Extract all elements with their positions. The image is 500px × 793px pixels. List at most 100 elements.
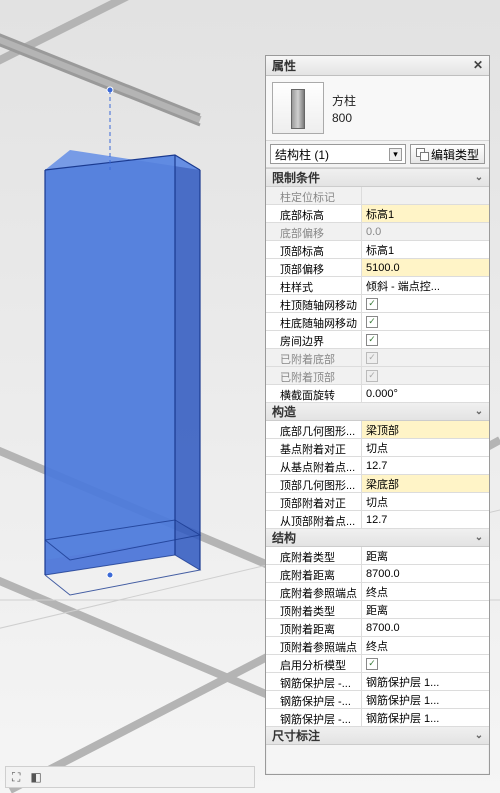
property-value[interactable]: ✓ bbox=[362, 295, 489, 312]
property-label: 顶附着类型 bbox=[266, 601, 362, 618]
property-row[interactable]: 底附着类型距离 bbox=[266, 547, 489, 565]
property-label: 钢筋保护层 -... bbox=[266, 709, 362, 726]
property-row[interactable]: 顶附着参照端点终点 bbox=[266, 637, 489, 655]
view-control-bar[interactable]: ⛶ ◧ bbox=[5, 766, 255, 788]
checkbox-icon[interactable]: ✓ bbox=[366, 298, 378, 310]
property-value[interactable]: ✓ bbox=[362, 655, 489, 672]
instance-filter-dropdown[interactable]: 结构柱 (1) ▾ bbox=[270, 144, 406, 164]
property-value[interactable]: 12.7 bbox=[362, 511, 489, 528]
property-row[interactable]: 柱样式倾斜 - 端点控... bbox=[266, 277, 489, 295]
property-row: 已附着顶部 ✓ bbox=[266, 367, 489, 385]
property-row[interactable]: 顶部标高标高1 bbox=[266, 241, 489, 259]
property-row: 柱定位标记 bbox=[266, 187, 489, 205]
property-row[interactable]: 从基点附着点...12.7 bbox=[266, 457, 489, 475]
close-icon[interactable]: ✕ bbox=[471, 59, 485, 73]
property-value[interactable]: ✓ bbox=[362, 331, 489, 348]
property-label: 从顶部附着点... bbox=[266, 511, 362, 528]
property-row[interactable]: 顶部偏移5100.0 bbox=[266, 259, 489, 277]
property-value[interactable]: ✓ bbox=[362, 313, 489, 330]
checkbox-icon: ✓ bbox=[366, 370, 378, 382]
property-row[interactable]: 房间边界 ✓ bbox=[266, 331, 489, 349]
property-label: 底部标高 bbox=[266, 205, 362, 222]
property-label: 顶部偏移 bbox=[266, 259, 362, 276]
property-row[interactable]: 顶附着距离8700.0 bbox=[266, 619, 489, 637]
properties-list[interactable]: 限制条件⌄柱定位标记底部标高标高1底部偏移0.0顶部标高标高1顶部偏移5100.… bbox=[266, 168, 489, 774]
property-label: 底附着距离 bbox=[266, 565, 362, 582]
property-value[interactable]: 12.7 bbox=[362, 457, 489, 474]
type-text: 方柱 800 bbox=[332, 92, 356, 125]
expand-icon: ⌄ bbox=[473, 730, 485, 742]
property-value[interactable]: 0.000° bbox=[362, 385, 489, 402]
property-label: 钢筋保护层 -... bbox=[266, 673, 362, 690]
expand-icon: ⌄ bbox=[473, 532, 485, 544]
property-value[interactable]: 8700.0 bbox=[362, 565, 489, 582]
checkbox-icon: ✓ bbox=[366, 352, 378, 364]
property-value[interactable]: 倾斜 - 端点控... bbox=[362, 277, 489, 294]
property-group-header[interactable]: 结构⌄ bbox=[266, 529, 489, 547]
type-selector[interactable]: 方柱 800 bbox=[266, 76, 489, 141]
property-label: 房间边界 bbox=[266, 331, 362, 348]
property-value[interactable]: 梁顶部 bbox=[362, 421, 489, 438]
property-label: 从基点附着点... bbox=[266, 457, 362, 474]
checkbox-icon[interactable]: ✓ bbox=[366, 316, 378, 328]
property-value: 0.0 bbox=[362, 223, 489, 240]
property-row[interactable]: 钢筋保护层 -...钢筋保护层 1... bbox=[266, 673, 489, 691]
property-row[interactable]: 基点附着对正切点 bbox=[266, 439, 489, 457]
property-value[interactable]: 钢筋保护层 1... bbox=[362, 673, 489, 690]
palette-titlebar[interactable]: 属性 ✕ bbox=[266, 56, 489, 76]
property-row[interactable]: 底部标高标高1 bbox=[266, 205, 489, 223]
property-label: 顶部附着对正 bbox=[266, 493, 362, 510]
property-value[interactable]: 钢筋保护层 1... bbox=[362, 709, 489, 726]
property-value[interactable]: 梁底部 bbox=[362, 475, 489, 492]
property-value[interactable]: 终点 bbox=[362, 583, 489, 600]
property-label: 顶附着参照端点 bbox=[266, 637, 362, 654]
property-value[interactable]: 距离 bbox=[362, 601, 489, 618]
property-row[interactable]: 柱底随轴网移动✓ bbox=[266, 313, 489, 331]
property-row[interactable]: 顶附着类型距离 bbox=[266, 601, 489, 619]
instance-filter-value: 结构柱 (1) bbox=[275, 146, 329, 163]
chevron-down-icon: ▾ bbox=[389, 148, 402, 161]
property-row[interactable]: 柱顶随轴网移动 ✓ bbox=[266, 295, 489, 313]
property-label: 柱顶随轴网移动 bbox=[266, 295, 362, 312]
property-value[interactable]: 距离 bbox=[362, 547, 489, 564]
property-value: ✓ bbox=[362, 349, 489, 366]
property-value[interactable]: 终点 bbox=[362, 637, 489, 654]
property-label: 启用分析模型 bbox=[266, 655, 362, 672]
property-row[interactable]: 横截面旋转0.000° bbox=[266, 385, 489, 403]
property-value[interactable]: 5100.0 bbox=[362, 259, 489, 276]
property-group-header[interactable]: 尺寸标注⌄ bbox=[266, 727, 489, 745]
property-label: 顶部几何图形... bbox=[266, 475, 362, 492]
property-label: 底附着类型 bbox=[266, 547, 362, 564]
property-label: 柱定位标记 bbox=[266, 187, 362, 204]
property-value bbox=[362, 187, 489, 204]
property-row[interactable]: 钢筋保护层 -...钢筋保护层 1... bbox=[266, 709, 489, 727]
property-value[interactable]: 切点 bbox=[362, 493, 489, 510]
property-group-header[interactable]: 限制条件⌄ bbox=[266, 169, 489, 187]
property-row: 已附着底部 ✓ bbox=[266, 349, 489, 367]
type-thumbnail bbox=[272, 82, 324, 134]
checkbox-icon[interactable]: ✓ bbox=[366, 658, 378, 670]
property-value[interactable]: 8700.0 bbox=[362, 619, 489, 636]
property-group-header[interactable]: 构造⌄ bbox=[266, 403, 489, 421]
property-row[interactable]: 底附着距离8700.0 bbox=[266, 565, 489, 583]
property-row[interactable]: 启用分析模型 ✓ bbox=[266, 655, 489, 673]
property-label: 已附着顶部 bbox=[266, 367, 362, 384]
edit-type-button[interactable]: 编辑类型 bbox=[410, 144, 485, 164]
property-row[interactable]: 从顶部附着点...12.7 bbox=[266, 511, 489, 529]
view-graphic-icon: ◧ bbox=[30, 770, 41, 784]
property-label: 已附着底部 bbox=[266, 349, 362, 366]
scale-icon: ⛶ bbox=[12, 770, 20, 785]
property-label: 柱样式 bbox=[266, 277, 362, 294]
property-value[interactable]: 标高1 bbox=[362, 205, 489, 222]
property-row[interactable]: 顶部附着对正切点 bbox=[266, 493, 489, 511]
property-row[interactable]: 底附着参照端点终点 bbox=[266, 583, 489, 601]
property-row[interactable]: 底部几何图形...梁顶部 bbox=[266, 421, 489, 439]
property-row[interactable]: 顶部几何图形...梁底部 bbox=[266, 475, 489, 493]
property-value[interactable]: 切点 bbox=[362, 439, 489, 456]
edit-type-label: 编辑类型 bbox=[431, 146, 479, 163]
property-value[interactable]: 钢筋保护层 1... bbox=[362, 691, 489, 708]
property-value[interactable]: 标高1 bbox=[362, 241, 489, 258]
property-label: 顶附着距离 bbox=[266, 619, 362, 636]
property-row[interactable]: 钢筋保护层 -...钢筋保护层 1... bbox=[266, 691, 489, 709]
checkbox-icon[interactable]: ✓ bbox=[366, 334, 378, 346]
